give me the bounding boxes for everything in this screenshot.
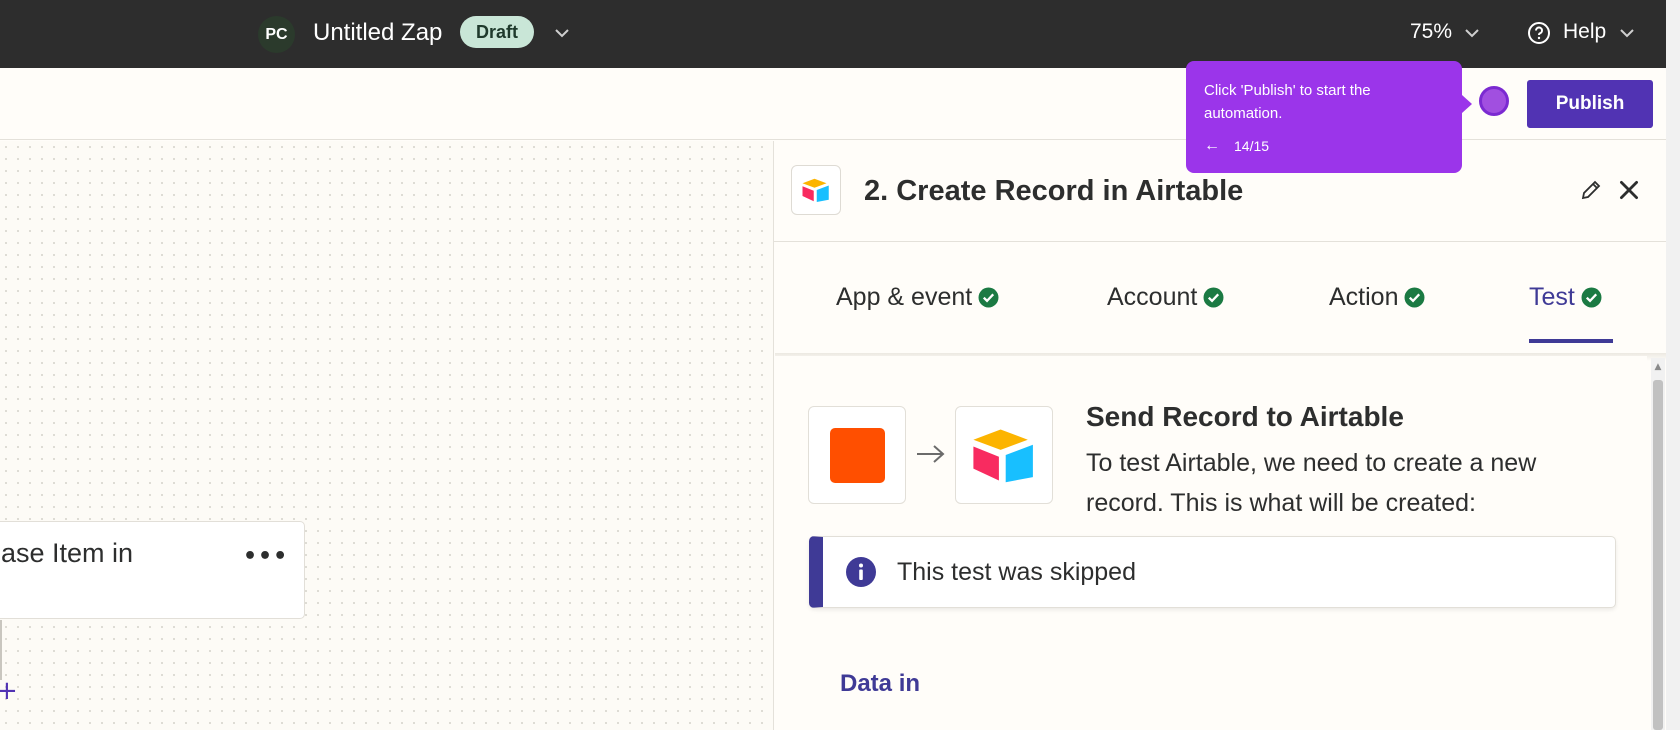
zap-title[interactable]: Untitled Zap: [313, 19, 442, 47]
tooltip-navigation: ← 14/15: [1204, 137, 1444, 155]
tooltip-step-counter: 14/15: [1234, 138, 1270, 154]
send-record-description: To test Airtable, we need to create a ne…: [1086, 449, 1537, 517]
status-badge: Draft: [460, 16, 535, 48]
step-card-title: ase Item in: [1, 538, 134, 568]
airtable-logo-icon: [973, 429, 1033, 483]
step-editor-panel: 2. Create Record in Airtable App & event…: [773, 141, 1667, 730]
test-skipped-notice: This test was skipped: [809, 536, 1616, 608]
help-menu[interactable]: Help: [1563, 20, 1606, 44]
step-connector: [0, 620, 2, 680]
zap-canvas[interactable]: [0, 141, 773, 730]
panel-scrollbar-thumb[interactable]: [1653, 380, 1663, 730]
page-scrollbar[interactable]: [1666, 0, 1680, 730]
check-circle-icon: [1203, 287, 1224, 308]
data-in-section-label[interactable]: Data in: [840, 670, 920, 698]
tooltip-text: Click 'Publish' to start the automation.: [1204, 82, 1371, 122]
tab-label: Action: [1329, 283, 1399, 311]
tab-label: Test: [1529, 283, 1575, 311]
publish-button[interactable]: Publish: [1527, 80, 1653, 128]
check-circle-icon: [1405, 287, 1425, 308]
step-card[interactable]: ase Item in •••: [0, 521, 305, 619]
send-record-title: Send Record to Airtable: [1086, 401, 1404, 432]
source-app-box: [808, 406, 906, 504]
tab-label: Account: [1107, 283, 1198, 311]
chevron-down-icon[interactable]: [553, 24, 571, 42]
tab-test[interactable]: Test: [1529, 283, 1613, 343]
avatar[interactable]: PC: [258, 16, 295, 53]
panel-title: 2. Create Record in Airtable: [864, 175, 1244, 207]
zoom-level[interactable]: 75%: [1410, 20, 1452, 44]
check-circle-icon: [978, 287, 999, 308]
info-icon: [846, 557, 876, 587]
airtable-logo-icon: [791, 165, 841, 215]
tab-app-event[interactable]: App & event: [836, 283, 999, 343]
source-app-icon: [829, 427, 885, 483]
pencil-icon[interactable]: [1579, 178, 1603, 202]
check-circle-icon: [1581, 287, 1602, 308]
scroll-up-icon[interactable]: ▲: [1653, 362, 1663, 372]
top-bar: PC Untitled Zap Draft 75% Help: [0, 0, 1680, 68]
close-icon[interactable]: [1616, 177, 1642, 203]
chevron-down-icon[interactable]: [1618, 24, 1636, 42]
tab-account[interactable]: Account: [1107, 283, 1224, 343]
arrow-right-icon: [917, 445, 945, 463]
info-message: This test was skipped: [897, 557, 1136, 586]
guide-tooltip: Click 'Publish' to start the automation.…: [1186, 61, 1472, 173]
chevron-down-icon[interactable]: [1463, 24, 1481, 42]
guide-hotspot[interactable]: [1479, 86, 1509, 116]
target-app-box: [955, 406, 1053, 504]
add-step-icon[interactable]: +: [0, 676, 18, 706]
panel-header-divider: [774, 241, 1667, 242]
arrow-left-icon[interactable]: ←: [1204, 137, 1220, 155]
tab-label: App & event: [836, 283, 973, 311]
help-circle-icon[interactable]: [1527, 21, 1551, 45]
tab-action[interactable]: Action: [1329, 283, 1425, 343]
more-options-icon[interactable]: •••: [243, 544, 288, 569]
